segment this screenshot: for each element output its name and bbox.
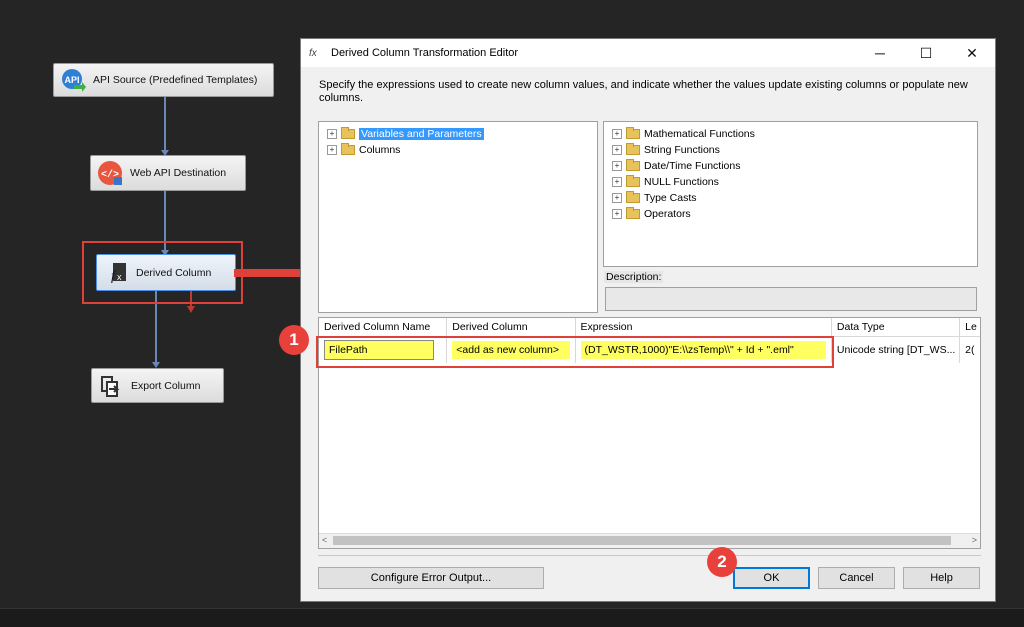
- node-label: Export Column: [131, 379, 201, 392]
- tree-item-type-casts[interactable]: + Type Casts: [612, 190, 977, 206]
- scroll-right-icon[interactable]: >: [972, 535, 977, 545]
- folder-icon: [626, 207, 640, 219]
- tree-item-label: NULL Functions: [644, 176, 719, 188]
- expand-icon[interactable]: +: [612, 193, 622, 203]
- configure-error-output-button[interactable]: Configure Error Output...: [318, 567, 544, 589]
- description-box: [605, 287, 977, 311]
- tree-item-datetime-functions[interactable]: + Date/Time Functions: [612, 158, 977, 174]
- grid-horizontal-scrollbar[interactable]: < >: [319, 533, 980, 548]
- svg-text:API: API: [64, 75, 79, 85]
- tree-item-label: Variables and Parameters: [359, 128, 484, 140]
- tree-item-label: Type Casts: [644, 192, 697, 204]
- folder-open-icon: [341, 127, 355, 139]
- folder-icon: [341, 143, 355, 155]
- node-label: Web API Destination: [130, 167, 227, 179]
- export-icon: [97, 372, 125, 400]
- highlight-box-derived-node: [82, 241, 243, 304]
- dialog-separator: [318, 555, 981, 556]
- folder-icon: [626, 175, 640, 187]
- col-header-name: Derived Column Name: [319, 318, 448, 336]
- node-label: API Source (Predefined Templates): [93, 74, 258, 86]
- functions-tree[interactable]: + Mathematical Functions + String Function…: [603, 121, 978, 267]
- close-button[interactable]: ✕: [949, 39, 995, 67]
- expand-icon[interactable]: +: [612, 129, 622, 139]
- code-icon: </>: [96, 159, 124, 187]
- data-type-cell[interactable]: Unicode string [DT_WS...: [832, 337, 961, 363]
- folder-icon: [626, 127, 640, 139]
- annotation-badge-2: 2: [707, 547, 737, 577]
- tree-item-columns[interactable]: + Columns: [327, 142, 597, 158]
- tree-item-math-functions[interactable]: + Mathematical Functions: [612, 126, 977, 142]
- tree-item-operators[interactable]: + Operators: [612, 206, 977, 222]
- expand-icon[interactable]: +: [327, 129, 337, 139]
- expand-icon[interactable]: +: [612, 161, 622, 171]
- dialog-title: Derived Column Transformation Editor: [331, 47, 519, 59]
- node-web-api-destination[interactable]: </> Web API Destination: [90, 155, 246, 191]
- annotation-badge-1: 1: [279, 325, 309, 355]
- scroll-left-icon[interactable]: <: [322, 535, 327, 545]
- highlight-box-grid-row: [316, 336, 834, 368]
- cancel-button[interactable]: Cancel: [818, 567, 895, 589]
- tree-item-string-functions[interactable]: + String Functions: [612, 142, 977, 158]
- length-cell[interactable]: 2(: [960, 337, 980, 363]
- tree-item-label: Date/Time Functions: [644, 160, 741, 172]
- tree-item-label: Columns: [359, 144, 401, 156]
- api-icon: API: [59, 66, 87, 94]
- tree-item-label: String Functions: [644, 144, 720, 156]
- ok-button[interactable]: OK: [733, 567, 810, 589]
- connector-1: [164, 97, 166, 154]
- fx-title-icon: fx: [309, 47, 317, 59]
- folder-icon: [626, 159, 640, 171]
- expand-icon[interactable]: +: [327, 145, 337, 155]
- col-header-length: Le: [965, 321, 977, 333]
- expand-icon[interactable]: +: [612, 177, 622, 187]
- dialog-titlebar: fx Derived Column Transformation Editor …: [301, 39, 995, 67]
- scroll-thumb[interactable]: [333, 536, 951, 545]
- col-header-expression: Expression: [576, 318, 832, 336]
- derived-column-editor-dialog: fx Derived Column Transformation Editor …: [300, 38, 996, 602]
- grid-header: Derived Column Name Derived Column Expre…: [319, 318, 980, 337]
- minimize-button[interactable]: ─: [857, 39, 903, 67]
- tree-item-variables[interactable]: + Variables and Parameters: [327, 126, 597, 142]
- maximize-button[interactable]: ☐: [903, 39, 949, 67]
- tree-item-null-functions[interactable]: + NULL Functions: [612, 174, 977, 190]
- folder-icon: [626, 143, 640, 155]
- description-label: Description:: [604, 271, 664, 283]
- expand-icon[interactable]: +: [612, 145, 622, 155]
- error-output-arrow: [187, 306, 195, 313]
- expand-icon[interactable]: +: [612, 209, 622, 219]
- col-header-derived: Derived Column: [447, 318, 576, 336]
- tree-item-label: Operators: [644, 208, 691, 220]
- canvas-status-strip: [0, 608, 1024, 627]
- variables-columns-tree[interactable]: + Variables and Parameters + Columns: [318, 121, 598, 313]
- folder-icon: [626, 191, 640, 203]
- col-header-data-type: Data Type: [832, 318, 961, 336]
- node-export-column[interactable]: Export Column: [91, 368, 224, 403]
- help-button[interactable]: Help: [903, 567, 980, 589]
- node-api-source[interactable]: API API Source (Predefined Templates): [53, 63, 274, 97]
- dialog-description: Specify the expressions used to create n…: [319, 79, 968, 104]
- tree-item-label: Mathematical Functions: [644, 128, 755, 140]
